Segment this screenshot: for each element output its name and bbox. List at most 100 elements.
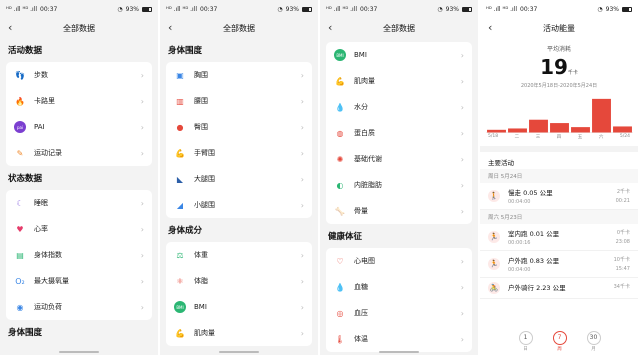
data-item-label: 身体指数: [34, 251, 62, 259]
data-item-row[interactable]: BMI BMI ›: [166, 294, 312, 320]
back-arrow-icon[interactable]: ‹: [488, 21, 492, 34]
chevron-right-icon: ›: [460, 206, 464, 216]
data-item-row[interactable]: O₂ 最大摄氧量 ›: [6, 268, 152, 294]
data-item-row[interactable]: ✎ 运动记录 ›: [6, 140, 152, 166]
data-item-row[interactable]: ◍ 蛋白质 ›: [326, 120, 472, 146]
data-item-row[interactable]: 👣 步数 ›: [6, 62, 152, 88]
data-item-row[interactable]: ◐ 内脏脂肪 ›: [326, 172, 472, 198]
protein-icon: ◍: [336, 128, 344, 138]
data-item-row[interactable]: ✺ 基础代谢 ›: [326, 146, 472, 172]
activities-header: 主要活动: [488, 159, 514, 167]
screenshot-collage: ᴴᴰ .ıll ᴴᴰ .ıll 00:37 ◔ 93% ‹ 全部数据 活动数据 👣 步数 › 🔥 卡路…: [0, 0, 640, 355]
data-item-row[interactable]: ☾ 睡眠 ›: [6, 190, 152, 216]
metabolism-icon: ✺: [336, 154, 344, 164]
treadmill-icon: 🏃: [488, 231, 500, 243]
data-item-row[interactable]: ▣ 胸围 ›: [166, 62, 312, 88]
data-item-row[interactable]: 🌡 体温 ›: [326, 326, 472, 352]
battery-icon: [142, 6, 152, 12]
battery-icon: [622, 6, 632, 12]
chart-bar[interactable]: [571, 127, 590, 133]
back-arrow-icon[interactable]: ‹: [168, 21, 172, 34]
chevron-right-icon: ›: [140, 96, 144, 106]
period-tab[interactable]: 1日: [518, 330, 533, 352]
chart-bar[interactable]: [529, 119, 548, 133]
chevron-right-icon: ›: [460, 282, 464, 292]
activity-duration: 00:04:00: [508, 267, 531, 273]
activity-energy-screen: ᴴᴰ .ıll ᴴᴰ .ıll 00:37 ◔ 93% ‹ 活动能量 平均消耗 19千卡 202…: [480, 0, 639, 355]
chart-bar[interactable]: [508, 128, 527, 133]
period-tab[interactable]: 7周: [552, 330, 567, 352]
chart-bar[interactable]: [613, 126, 632, 133]
activity-calories: 0千卡: [616, 230, 630, 236]
all-data-screen-1: ᴴᴰ .ıll ᴴᴰ .ıll 00:37 ◔ 93% ‹ 全部数据 活动数据 👣 步数 › 🔥 卡路…: [0, 0, 159, 355]
signal-indicator: ᴴᴰ .ıll ᴴᴰ .ıll: [326, 5, 358, 13]
data-item-label: 心电图: [354, 257, 375, 265]
status-bar: ᴴᴰ .ıll ᴴᴰ .ıll 00:37 ◔ 93%: [160, 0, 318, 18]
chevron-right-icon: ›: [460, 308, 464, 318]
signal-indicator: ᴴᴰ .ıll ᴴᴰ .ıll: [166, 5, 198, 13]
data-item-label: PAI: [34, 123, 45, 131]
data-item-label: 小腿围: [194, 201, 215, 209]
activity-title: 室内跑 0.01 公里: [508, 230, 560, 238]
activity-row[interactable]: 🏃 户外跑 0.83 公里 00:04:00 10千卡 15:47: [480, 251, 638, 278]
chevron-right-icon: ›: [140, 276, 144, 286]
data-item-row[interactable]: ◢ 小腿围 ›: [166, 192, 312, 218]
activity-row[interactable]: 🚴 户外骑行 2.23 公里 34千卡: [480, 278, 638, 299]
data-item-label: 血糖: [354, 283, 368, 291]
activity-date-header: 周日 5月24日: [480, 169, 638, 183]
activity-calories: 2千卡: [616, 189, 630, 195]
period-tab-number: 7: [552, 330, 567, 345]
data-item-label: 胸围: [194, 71, 208, 79]
chevron-right-icon: ›: [300, 174, 304, 184]
battery-icon: [302, 6, 312, 12]
data-item-row[interactable]: ⚛ 体脂 ›: [166, 268, 312, 294]
section-header: 身体围度: [168, 46, 203, 56]
data-item-row[interactable]: ▤ 身体指数 ›: [6, 242, 152, 268]
data-item-row[interactable]: ◣ 大腿围 ›: [166, 166, 312, 192]
data-item-row[interactable]: 💪 肌肉量 ›: [326, 68, 472, 94]
activity-row[interactable]: 🚶 慢走 0.05 公里 00:04:00 2千卡 00:21: [480, 183, 638, 210]
data-item-row[interactable]: ◉ 运动负荷 ›: [6, 294, 152, 320]
activity-title: 户外跑 0.83 公里: [508, 257, 560, 265]
blood-pressure-icon: ◎: [336, 308, 344, 318]
all-data-screen-3: ᴴᴰ .ıll ᴴᴰ .ıll 00:37 ◔ 93% ‹ 全部数据 BMI BMI › 💪 肌肉量…: [320, 0, 479, 355]
data-item-row[interactable]: 🔥 卡路里 ›: [6, 88, 152, 114]
clock: 00:37: [200, 5, 218, 13]
data-item-row[interactable]: 🦴 骨量 ›: [326, 198, 472, 224]
data-item-row[interactable]: 💪 肌肉量 ›: [166, 320, 312, 346]
data-item-label: 基础代谢: [354, 155, 382, 163]
date-range: 2020年5月18日-2020年5月24日: [520, 83, 598, 89]
fat-icon: ⚛: [176, 276, 184, 286]
data-item-row[interactable]: 💪 手臂围 ›: [166, 140, 312, 166]
data-item-row[interactable]: ▥ 腰围 ›: [166, 88, 312, 114]
data-item-row[interactable]: ● 臀围 ›: [166, 114, 312, 140]
chart-bar[interactable]: [550, 123, 569, 133]
heart-icon: ♥: [16, 224, 24, 234]
section-header: 身体成分: [168, 226, 203, 236]
back-arrow-icon[interactable]: ‹: [8, 21, 12, 34]
data-item-row[interactable]: ♥ 心率 ›: [6, 216, 152, 242]
chart-x-labels: 5/18 二 三 四 五 六 5/24: [488, 134, 630, 140]
data-item-row[interactable]: ◎ 血压 ›: [326, 300, 472, 326]
chart-bar[interactable]: [592, 98, 611, 133]
data-item-row[interactable]: BMI BMI ›: [326, 42, 472, 68]
activity-row[interactable]: 🏃 室内跑 0.01 公里 00:00:16 0千卡 23:08: [480, 224, 638, 251]
data-item-label: 最大摄氧量: [34, 277, 69, 285]
data-item-row[interactable]: pai PAI ›: [6, 114, 152, 140]
top-bar: ‹ 全部数据: [320, 18, 478, 38]
chart-tick-label: 四: [556, 135, 562, 140]
data-item-row[interactable]: ⚖ 体重 ›: [166, 242, 312, 268]
section-header: 活动数据: [8, 46, 43, 56]
data-item-label: 大腿围: [194, 175, 215, 183]
data-item-row[interactable]: 💧 水分 ›: [326, 94, 472, 120]
chevron-right-icon: ›: [140, 70, 144, 80]
period-tab[interactable]: 30 月: [586, 330, 601, 352]
waist-icon: ▥: [176, 96, 184, 106]
data-item-row[interactable]: 💧 血糖 ›: [326, 274, 472, 300]
ecg-icon: ♡: [336, 256, 344, 266]
chart-bar[interactable]: [487, 129, 506, 133]
back-arrow-icon[interactable]: ‹: [328, 21, 332, 34]
data-item-label: 卡路里: [34, 97, 55, 105]
data-item-row[interactable]: ♡ 心电图 ›: [326, 248, 472, 274]
signal-indicator: ᴴᴰ .ıll ᴴᴰ .ıll: [486, 5, 518, 13]
